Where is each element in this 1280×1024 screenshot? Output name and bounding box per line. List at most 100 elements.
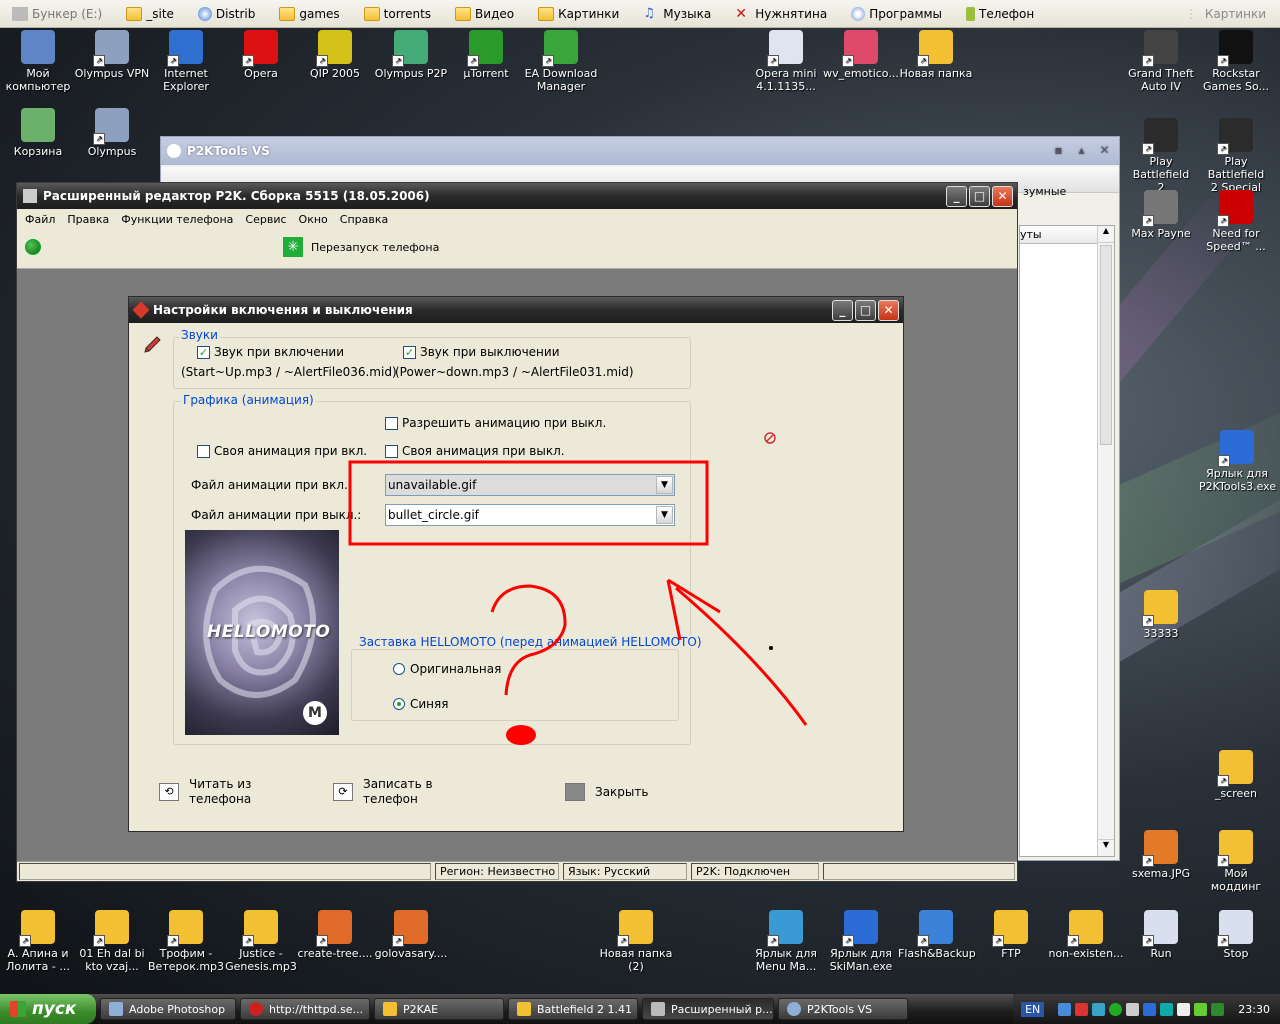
- quickbar-item-site[interactable]: _site: [114, 0, 186, 28]
- desktop-icon[interactable]: 33333: [1123, 590, 1199, 640]
- drive-icon[interactable]: [1160, 1002, 1174, 1016]
- quickbar-item-programs[interactable]: Программы: [839, 0, 954, 28]
- desktop-icon[interactable]: _screen: [1198, 750, 1274, 800]
- desktop-icon[interactable]: Opera mini 4.1.1135...: [748, 30, 824, 93]
- desktop-icon[interactable]: Olympus P2P: [373, 30, 449, 80]
- quickbar-item-distrib[interactable]: Distrib: [186, 0, 267, 28]
- desktop-icon[interactable]: EA Download Manager: [523, 30, 599, 93]
- volume-icon[interactable]: [1126, 1002, 1140, 1016]
- desktop-icon[interactable]: Run: [1123, 910, 1199, 960]
- security-icon[interactable]: [1211, 1002, 1225, 1016]
- monitor-icon[interactable]: [1092, 1002, 1106, 1016]
- language-indicator[interactable]: EN: [1021, 1001, 1045, 1017]
- read-from-phone-button[interactable]: ⟲ Читать из телефона: [159, 777, 251, 807]
- speaker-icon[interactable]: [1177, 1002, 1191, 1016]
- close-button[interactable]: ✕: [1094, 141, 1115, 162]
- own-anim-off-checkbox[interactable]: Своя анимация при выкл.: [385, 444, 565, 458]
- chevron-down-icon[interactable]: ▼: [656, 476, 673, 494]
- minimize-button[interactable]: _: [832, 299, 853, 321]
- desktop-icon[interactable]: wv_emotico...: [823, 30, 899, 80]
- quickbar-item-phone[interactable]: Телефон: [954, 0, 1046, 28]
- quickbar-item-pictures[interactable]: Картинки: [526, 0, 631, 28]
- desktop-icon[interactable]: Opera: [223, 30, 299, 80]
- task-browser[interactable]: http://thttpd.se...: [240, 998, 370, 1020]
- desktop-icon[interactable]: Корзина: [0, 108, 76, 158]
- sound-on-checkbox[interactable]: ✓ Звук при включении: [197, 345, 344, 359]
- desktop-icon[interactable]: µTorrent: [448, 30, 524, 80]
- quickbar-item-drive[interactable]: Бункер (E:): [0, 0, 114, 28]
- desktop-icon[interactable]: Ярлык для P2KTools3.exe: [1199, 430, 1276, 493]
- desktop-icon[interactable]: Мой компьютер: [0, 30, 76, 93]
- desktop-icon[interactable]: golovasary....: [373, 910, 449, 960]
- editor-titlebar[interactable]: Расширенный редактор P2K. Сборка 5515 (1…: [17, 183, 1017, 209]
- start-button[interactable]: пуск: [0, 994, 96, 1024]
- antivirus-icon[interactable]: [1075, 1002, 1089, 1016]
- own-anim-on-checkbox[interactable]: Своя анимация при вкл.: [197, 444, 367, 458]
- close-button[interactable]: ✕: [992, 185, 1013, 207]
- task-p2kae[interactable]: P2KAE: [374, 998, 504, 1020]
- maximize-button[interactable]: ▴: [1071, 141, 1092, 162]
- menu-service[interactable]: Сервис: [239, 213, 292, 226]
- p2ktools-vs-titlebar[interactable]: P2KTools VS ▪ ▴ ✕: [161, 137, 1119, 165]
- file-off-select[interactable]: bullet_circle.gif ▼: [385, 504, 675, 526]
- desktop-icon[interactable]: Olympus VPN: [74, 30, 150, 80]
- menu-file[interactable]: Файл: [19, 213, 61, 226]
- allow-anim-off-checkbox[interactable]: Разрешить анимацию при выкл.: [385, 416, 606, 430]
- write-to-phone-button[interactable]: ⟳ Записать в телефон: [333, 777, 433, 807]
- desktop-icon[interactable]: Ярлык для Menu Ma...: [748, 910, 824, 973]
- desktop-icon[interactable]: Новая папка (2): [598, 910, 674, 973]
- task-editor[interactable]: Расширенный р...: [642, 998, 774, 1020]
- desktop-icon[interactable]: create-tree....: [297, 910, 373, 960]
- desktop-icon[interactable]: Ярлык для SkiMan.exe: [823, 910, 899, 973]
- desktop-icon[interactable]: Flash&Backup: [898, 910, 976, 960]
- desktop-icon[interactable]: Need for Speed™ ...: [1198, 190, 1274, 253]
- chevron-down-icon[interactable]: ▼: [656, 506, 673, 524]
- dialog-titlebar[interactable]: Настройки включения и выключения _ □ ✕: [129, 297, 903, 323]
- quickbar-item-music[interactable]: ♫ Музыка: [631, 0, 723, 28]
- minimize-button[interactable]: _: [946, 185, 967, 207]
- restart-phone-button[interactable]: ✳ Перезапуск телефона: [283, 237, 439, 257]
- quickbar-right-label[interactable]: ⋮ Картинки: [1185, 0, 1280, 28]
- desktop-icon[interactable]: QIP 2005: [297, 30, 373, 80]
- desktop-icon[interactable]: non-existen...: [1048, 910, 1124, 960]
- sound-off-checkbox[interactable]: ✓ Звук при выключении: [403, 345, 560, 359]
- desktop-icon[interactable]: Play Battlefield 2: [1123, 118, 1199, 194]
- file-on-select[interactable]: unavailable.gif ▼: [385, 474, 675, 496]
- desktop-icon[interactable]: Stop: [1198, 910, 1274, 960]
- minimize-button[interactable]: ▪: [1048, 141, 1069, 162]
- quickbar-item-torrents[interactable]: torrents: [352, 0, 443, 28]
- menu-help[interactable]: Справка: [334, 213, 394, 226]
- power-settings-dialog[interactable]: Настройки включения и выключения _ □ ✕ З…: [128, 296, 904, 832]
- desktop-icon[interactable]: Мой моддинг: [1198, 830, 1274, 893]
- desktop-icon[interactable]: Internet Explorer: [148, 30, 224, 93]
- maximize-button[interactable]: □: [969, 185, 990, 207]
- task-photoshop[interactable]: Adobe Photoshop: [100, 998, 236, 1020]
- menu-window[interactable]: Окно: [293, 213, 334, 226]
- desktop-icon[interactable]: Трофим - Ветерок.mp3: [148, 910, 224, 973]
- close-button[interactable]: ✕: [878, 299, 899, 321]
- ea-icon[interactable]: [1109, 1002, 1123, 1016]
- task-p2ktools[interactable]: P2KTools VS: [778, 998, 908, 1020]
- splash-blue-radio[interactable]: Синяя: [393, 697, 448, 711]
- menu-phone-functions[interactable]: Функции телефона: [115, 213, 239, 226]
- desktop-icon[interactable]: 01 Eh dal bi kto vzaj...: [74, 910, 150, 973]
- scrollbar[interactable]: ▲ ▼: [1097, 226, 1114, 856]
- desktop-icon[interactable]: Grand Theft Auto IV: [1123, 30, 1199, 93]
- desktop-icon[interactable]: Max Payne: [1123, 190, 1199, 240]
- task-battlefield[interactable]: Battlefield 2 1.41: [508, 998, 638, 1020]
- menu-edit[interactable]: Правка: [61, 213, 115, 226]
- desktop-icon[interactable]: Rockstar Games So...: [1198, 30, 1274, 93]
- quickbar-item-needed[interactable]: ✕ Нужнятина: [723, 0, 839, 28]
- network-icon[interactable]: [1058, 1002, 1072, 1016]
- quickbar-item-video[interactable]: Видео: [443, 0, 526, 28]
- desktop-icon[interactable]: Новая папка: [898, 30, 974, 80]
- splash-original-radio[interactable]: Оригинальная: [393, 662, 501, 676]
- quickbar-item-games[interactable]: games: [267, 0, 351, 28]
- p2ktools-vs-tab-fragment[interactable]: зумные: [1023, 185, 1066, 198]
- close-dialog-button[interactable]: Закрыть: [565, 783, 648, 801]
- desktop-icon[interactable]: FTP: [973, 910, 1049, 960]
- desktop-icon[interactable]: Olympus: [74, 108, 150, 158]
- nvidia-icon[interactable]: [1194, 1002, 1208, 1016]
- desktop-icon[interactable]: Justice - Genesis.mp3: [223, 910, 299, 973]
- maximize-button[interactable]: □: [855, 299, 876, 321]
